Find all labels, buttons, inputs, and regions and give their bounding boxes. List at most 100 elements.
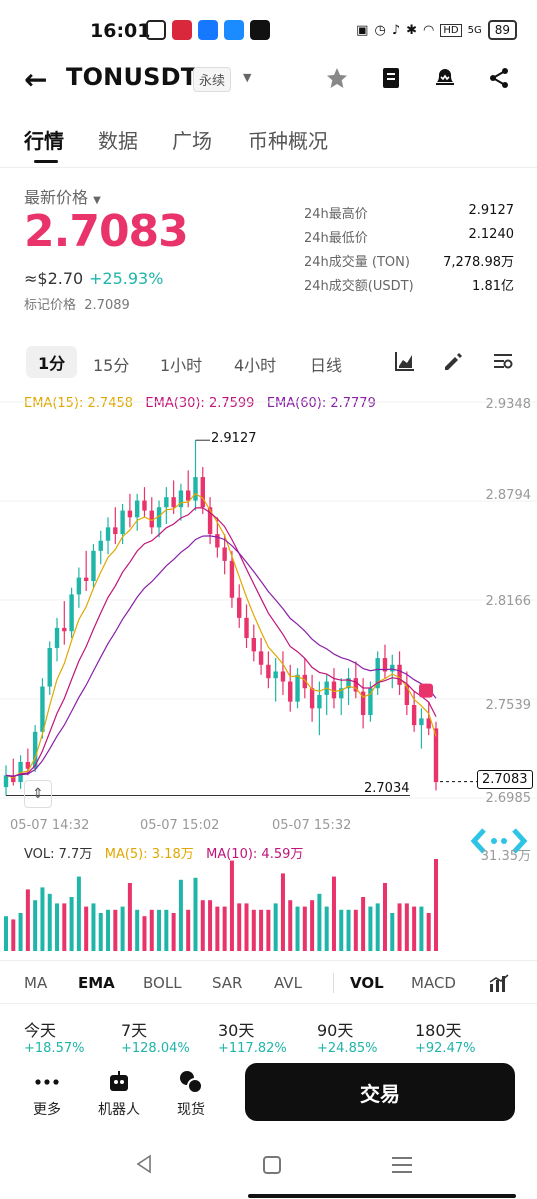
more-button[interactable]: 更多 [22,1069,72,1119]
candle-body [83,577,89,581]
book-icon[interactable] [376,63,406,93]
interval-1d[interactable]: 日线 [310,352,342,376]
pair-title[interactable]: TONUSDT [66,63,197,91]
interval-1h[interactable]: 1小时 [160,352,202,376]
volume-bar [251,909,256,951]
nav-home-icon[interactable] [263,1156,281,1174]
interval-15m[interactable]: 15分 [93,352,129,376]
tab-coin-overview[interactable]: 币种概况 [248,125,328,154]
volume-bar [4,916,8,951]
volume-bar [208,900,213,951]
volume-bar [361,897,366,951]
chart-settings-icon[interactable] [492,350,514,376]
volume-bar [273,903,278,951]
last-price: 2.7083 [24,206,189,257]
return-label[interactable]: 90天 [317,1017,353,1041]
system-nav-bar [0,1140,537,1199]
tab-market[interactable]: 行情 [24,125,64,154]
chart-type-icon[interactable] [394,350,416,376]
candle-body [244,617,249,638]
alert-bell-icon[interactable] [430,63,460,93]
candle-body [309,688,315,709]
volume-bar [171,913,176,951]
candle-body [62,627,67,632]
volume-bar [142,916,147,951]
price-block: 最新价格 ▼ 2.7083 ≈$2.70 +25.93% 标记价格 2.7089 [24,184,189,313]
volume-bar [237,903,242,951]
volume-bar [113,909,118,951]
draw-tool-icon[interactable] [442,350,464,376]
volume-bar [18,913,23,951]
header: ← TONUSDT 永续 ▼ [0,55,537,105]
stat-row: 24h成交额(USDT) 1.81亿 [304,279,514,294]
candle-body [171,497,176,508]
candle-body [105,527,111,541]
volume-bar [25,889,30,951]
tab-data[interactable]: 数据 [98,125,138,154]
candle-body [229,560,235,598]
indicator-boll[interactable]: BOLL [143,974,182,992]
interval-1m[interactable]: 1分 [26,346,78,378]
volume-bar [62,903,67,951]
return-label[interactable]: 今天 [24,1017,56,1041]
candle-body [40,686,45,732]
active-tab-indicator [34,160,58,163]
return-label[interactable]: 30天 [218,1017,254,1041]
current-price-tag: 2.7083 [477,770,533,789]
candlestick-chart[interactable] [0,388,537,833]
volume-bar [434,859,438,951]
volume-bar [426,913,431,951]
indicator-vol[interactable]: VOL [350,974,384,992]
candle-body [331,681,337,699]
nav-menu-icon[interactable] [392,1156,412,1178]
signal-icon: 5G [467,24,482,36]
share-icon[interactable] [484,63,514,93]
expand-chart-icon[interactable]: ⇕ [24,780,52,808]
stat-row: 24h最低价 2.1240 [304,227,514,246]
price-label[interactable]: 最新价格 ▼ [24,184,101,208]
nav-back-icon[interactable] [134,1154,154,1178]
candle-body [76,577,82,595]
candle-body [280,671,286,682]
candle-body [258,651,264,665]
back-arrow-icon[interactable]: ← [24,63,47,96]
indicator-macd[interactable]: MACD [411,974,456,992]
robot-icon [94,1069,144,1095]
chevron-down-icon[interactable]: ▼ [243,71,251,84]
indicator-avl[interactable]: AVL [274,974,302,992]
tab-square[interactable]: 广场 [172,125,212,154]
volume-bar [69,897,74,951]
volume-bar [106,909,111,951]
candle-body [411,704,417,726]
bot-button[interactable]: 机器人 [94,1069,144,1119]
price-change: +25.93% [89,269,164,288]
status-bar: 16:01 ▣ ◷ ♪ ✱ ◠ HD 5G 89 [0,0,537,62]
indicator-ema[interactable]: EMA [78,974,115,992]
x-tick: 05-07 14:32 [10,818,90,833]
volume-bar [33,900,38,951]
volume-bar [98,913,103,951]
candle-body [134,500,140,518]
24h-stats: 24h最高价 2.9127 24h最低价 2.1240 24h成交量 (TON) 7,… [304,203,514,299]
spot-button[interactable]: 现货 [166,1069,216,1119]
indicator-settings-icon[interactable] [488,972,510,998]
volume-bar [76,876,81,951]
indicator-sar[interactable]: SAR [212,974,242,992]
nfc-icon: ▣ [356,22,369,38]
trade-button[interactable]: 交易 [245,1063,515,1121]
star-icon[interactable] [322,63,352,93]
notification-icons [146,20,270,40]
indicator-ma[interactable]: MA [24,974,47,992]
volume-bar [419,906,424,951]
candle-body [120,510,125,535]
return-label[interactable]: 7天 [121,1017,147,1041]
volume-bar [259,909,264,951]
volume-bar [346,909,351,951]
volume-bar [266,909,271,951]
candle-body [273,671,278,679]
return-label[interactable]: 180天 [415,1017,462,1041]
interval-4h[interactable]: 4小时 [234,352,276,376]
volume-bar [404,903,409,951]
spot-coins-icon [166,1069,216,1095]
candle-body [419,718,424,726]
